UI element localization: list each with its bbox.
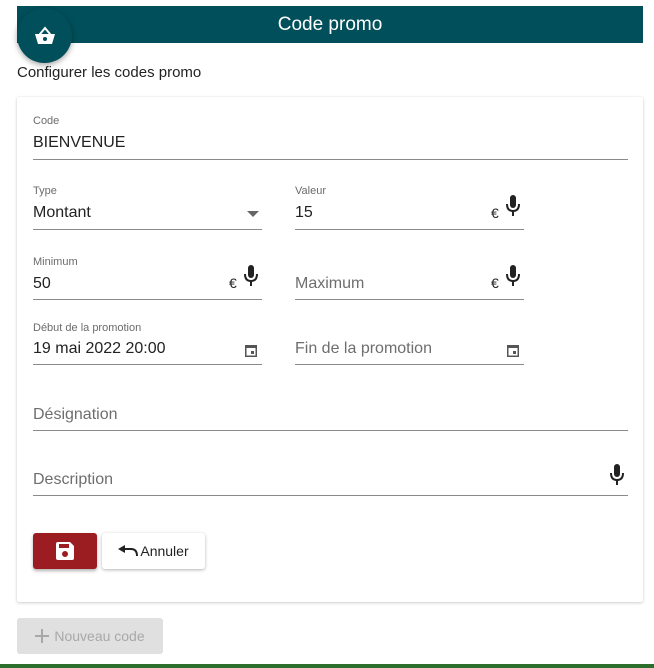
chevron-down-icon: [247, 211, 259, 217]
designation-field[interactable]: Désignation: [33, 387, 628, 431]
new-code-button[interactable]: Nouveau code: [17, 618, 163, 654]
maximum-field[interactable]: Maximum €: [295, 256, 524, 300]
debut-label: Début de la promotion: [33, 322, 142, 334]
code-value: BIENVENUE: [33, 134, 126, 151]
page-subtitle: Configurer les codes promo: [17, 64, 202, 81]
microphone-icon[interactable]: [244, 265, 258, 287]
promo-form-card: Code BIENVENUE Type Montant Valeur 15 € …: [17, 97, 643, 602]
description-field[interactable]: Description: [33, 452, 628, 496]
euro-suffix: €: [229, 275, 237, 291]
minimum-value: 50: [33, 275, 51, 292]
calendar-icon[interactable]: [245, 344, 257, 357]
minimum-label: Minimum: [33, 256, 78, 268]
debut-date-field[interactable]: Début de la promotion 19 mai 2022 20:00: [33, 322, 262, 365]
calendar-icon[interactable]: [507, 344, 519, 357]
shopping-basket-icon: [34, 25, 55, 44]
debut-value: 19 mai 2022 20:00: [33, 340, 166, 357]
cancel-button[interactable]: Annuler: [102, 533, 205, 569]
designation-placeholder: Désignation: [33, 406, 118, 423]
euro-suffix: €: [491, 205, 499, 221]
fin-date-field[interactable]: Fin de la promotion: [295, 322, 524, 365]
new-code-label: Nouveau code: [54, 628, 145, 644]
valeur-label: Valeur: [295, 185, 326, 197]
cancel-label: Annuler: [140, 543, 189, 559]
page-title: Code promo: [277, 13, 383, 35]
valeur-value: 15: [295, 204, 313, 221]
plus-icon: [35, 629, 50, 643]
type-select[interactable]: Type Montant: [33, 185, 262, 230]
microphone-icon[interactable]: [610, 464, 624, 486]
save-button[interactable]: [33, 533, 97, 569]
microphone-icon[interactable]: [506, 195, 520, 217]
microphone-icon[interactable]: [506, 265, 520, 287]
floppy-disk-icon: [56, 542, 74, 560]
code-field[interactable]: Code BIENVENUE: [33, 115, 628, 160]
type-label: Type: [33, 185, 57, 197]
minimum-field[interactable]: Minimum 50 €: [33, 256, 262, 300]
undo-icon: [118, 545, 139, 557]
header-bar: Code promo: [17, 6, 643, 43]
fin-placeholder: Fin de la promotion: [295, 340, 432, 357]
euro-suffix: €: [491, 275, 499, 291]
type-value: Montant: [33, 204, 91, 221]
code-label: Code: [33, 115, 60, 127]
description-placeholder: Description: [33, 471, 114, 488]
basket-button[interactable]: [17, 8, 72, 63]
valeur-field[interactable]: Valeur 15 €: [295, 185, 524, 230]
maximum-placeholder: Maximum: [295, 275, 365, 292]
bottom-divider: [0, 664, 654, 668]
